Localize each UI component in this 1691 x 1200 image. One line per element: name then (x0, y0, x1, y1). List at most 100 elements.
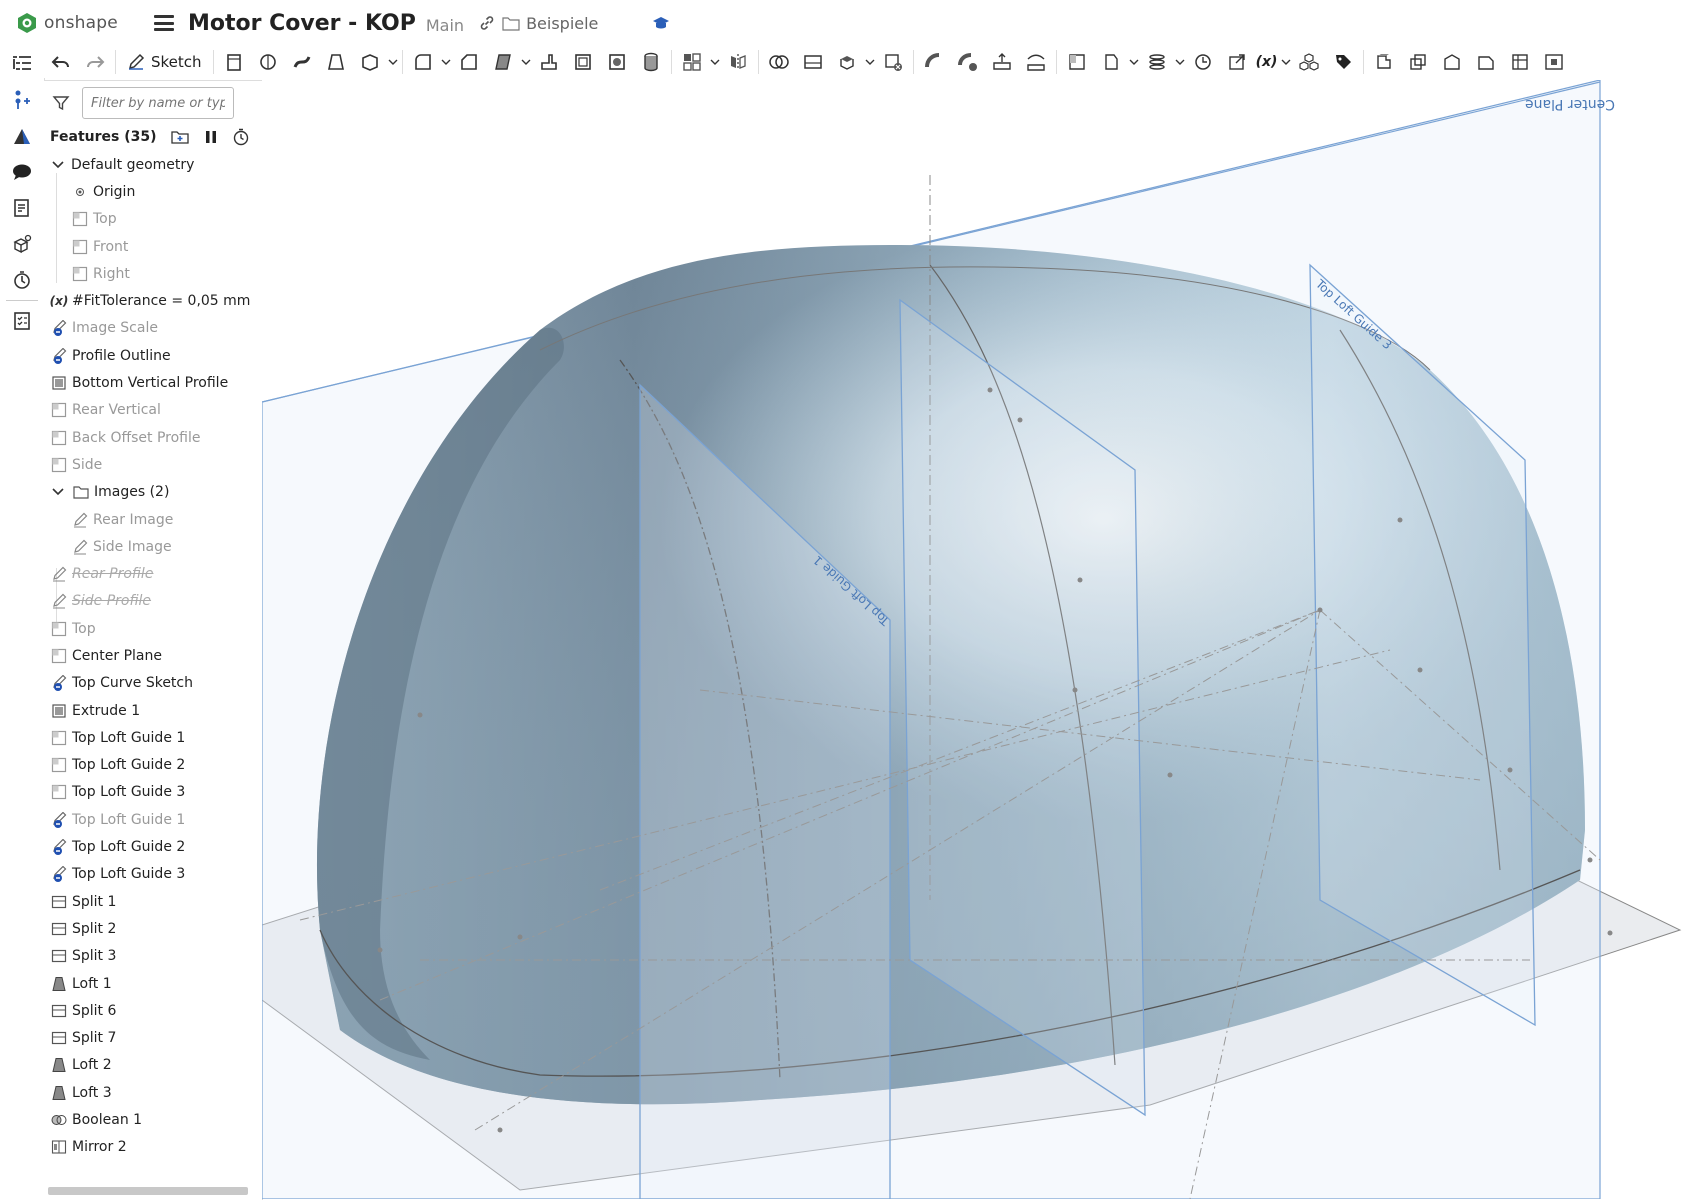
feature-item[interactable]: Split 6 (44, 997, 262, 1024)
3d-viewport[interactable]: Center Plane Top Loft Guide 3 Top Loft G… (262, 80, 1691, 1199)
boolean-tool[interactable] (762, 46, 796, 78)
chamfer-tool[interactable] (452, 46, 486, 78)
draft-tool[interactable] (486, 46, 520, 78)
sheet-metal-tool[interactable] (1367, 46, 1401, 78)
feature-item[interactable]: Bottom Vertical Profile (44, 369, 262, 396)
comments-tab[interactable] (0, 154, 44, 190)
feature-item[interactable]: Rear Vertical (44, 397, 262, 424)
feature-item[interactable]: Boolean 1 (44, 1106, 262, 1133)
parts-tab[interactable] (0, 226, 44, 262)
mirror-tool[interactable] (721, 46, 755, 78)
transform-tool[interactable] (830, 46, 864, 78)
feature-item[interactable]: Top Loft Guide 1 (44, 806, 262, 833)
fillet-tool[interactable] (406, 46, 440, 78)
modify-fillet-tool[interactable] (917, 46, 951, 78)
extrude-tool[interactable] (217, 46, 251, 78)
horizontal-scrollbar[interactable] (48, 1187, 248, 1195)
filter-input[interactable] (82, 87, 234, 119)
feature-item[interactable]: Profile Outline (44, 342, 262, 369)
add-folder-icon[interactable] (170, 129, 190, 145)
feature-item[interactable]: Mirror 2 (44, 1134, 262, 1161)
feature-item[interactable]: Top Loft Guide 2 (44, 833, 262, 860)
education-cap-icon[interactable] (652, 15, 670, 31)
render-tab[interactable] (0, 118, 44, 154)
feature-item[interactable]: Rear Profile (44, 560, 262, 587)
plane-dropdown[interactable] (1128, 46, 1140, 78)
helix-tool[interactable] (1140, 46, 1174, 78)
filter-icon[interactable] (52, 94, 70, 112)
feature-item[interactable]: Loft 1 (44, 970, 262, 997)
feature-item[interactable]: Loft 2 (44, 1052, 262, 1079)
flat-view-tool[interactable] (1537, 46, 1571, 78)
feature-item[interactable]: Top Loft Guide 3 (44, 861, 262, 888)
feature-item[interactable]: Top (44, 206, 262, 233)
notes-tab[interactable] (0, 190, 44, 226)
helix-dropdown[interactable] (1174, 46, 1186, 78)
assembly-tool[interactable] (1292, 46, 1326, 78)
feature-item[interactable]: Side Image (44, 533, 262, 560)
feature-item[interactable]: (x) #FitTolerance = 0,05 mm (44, 287, 262, 314)
feature-item[interactable]: Top Curve Sketch (44, 670, 262, 697)
split-tool[interactable] (796, 46, 830, 78)
insert-tab[interactable] (0, 82, 44, 118)
sketch-button[interactable]: Sketch (119, 46, 210, 78)
feature-item[interactable]: Loft 3 (44, 1079, 262, 1106)
sweep-tool[interactable] (285, 46, 319, 78)
feature-list-tab[interactable] (0, 46, 44, 82)
fillet-dropdown[interactable] (440, 46, 452, 78)
feature-item[interactable]: Split 7 (44, 1025, 262, 1052)
feature-item[interactable]: Origin (44, 178, 262, 205)
shell-tool[interactable] (566, 46, 600, 78)
feature-item[interactable]: Top Loft Guide 1 (44, 724, 262, 751)
feature-item[interactable]: Top Loft Guide 2 (44, 752, 262, 779)
replace-face-tool[interactable] (1019, 46, 1053, 78)
properties-tab[interactable] (0, 303, 44, 339)
feature-item[interactable]: Image Scale (44, 315, 262, 342)
revolve-tool[interactable] (251, 46, 285, 78)
draft-dropdown[interactable] (520, 46, 532, 78)
document-title[interactable]: Motor Cover - KOP (188, 11, 416, 36)
feature-item[interactable]: Front (44, 233, 262, 260)
hole-tool[interactable] (600, 46, 634, 78)
tab-tool[interactable] (1435, 46, 1469, 78)
move-face-tool[interactable] (985, 46, 1019, 78)
transform-dropdown[interactable] (864, 46, 876, 78)
derived-tool[interactable] (1220, 46, 1254, 78)
feature-item[interactable]: Right (44, 260, 262, 287)
thicken-tool[interactable] (353, 46, 387, 78)
redo-button[interactable] (78, 46, 112, 78)
feature-folder[interactable]: Default geometry (44, 151, 262, 178)
feature-item[interactable]: Center Plane (44, 642, 262, 669)
feature-item[interactable]: Rear Image (44, 506, 262, 533)
feature-item[interactable]: Extrude 1 (44, 697, 262, 724)
onshape-logo[interactable]: onshape (16, 12, 134, 34)
tag-tool[interactable] (1326, 46, 1360, 78)
mate-connector-tool[interactable] (1094, 46, 1128, 78)
history-tab[interactable] (0, 262, 44, 298)
plane-tool[interactable] (1060, 46, 1094, 78)
feature-item[interactable]: Side (44, 451, 262, 478)
chevron-down-icon[interactable] (50, 484, 66, 500)
thicken-dropdown[interactable] (387, 46, 399, 78)
folder-breadcrumb[interactable]: Beispiele (502, 14, 598, 33)
feature-item[interactable]: Side Profile (44, 588, 262, 615)
loft-tool[interactable] (319, 46, 353, 78)
flange-tool[interactable] (1401, 46, 1435, 78)
feature-item[interactable]: Back Offset Profile (44, 424, 262, 451)
corner-tool[interactable] (1469, 46, 1503, 78)
measure-tool[interactable] (1186, 46, 1220, 78)
feature-item[interactable]: Split 2 (44, 915, 262, 942)
delete-face-tool[interactable] (951, 46, 985, 78)
main-menu-button[interactable] (154, 15, 174, 31)
feature-item[interactable]: Split 1 (44, 888, 262, 915)
stopwatch-icon[interactable] (232, 128, 250, 146)
pause-icon[interactable] (204, 129, 218, 145)
feature-folder[interactable]: Images (2) (44, 479, 262, 506)
form-tool[interactable] (1503, 46, 1537, 78)
undo-button[interactable] (44, 46, 78, 78)
link-icon[interactable] (478, 14, 496, 32)
pattern-dropdown[interactable] (709, 46, 721, 78)
wrap-tool[interactable] (634, 46, 668, 78)
variable-tool[interactable]: (x) (1254, 46, 1280, 78)
model-canvas[interactable]: Center Plane Top Loft Guide 3 Top Loft G… (262, 80, 1691, 1199)
